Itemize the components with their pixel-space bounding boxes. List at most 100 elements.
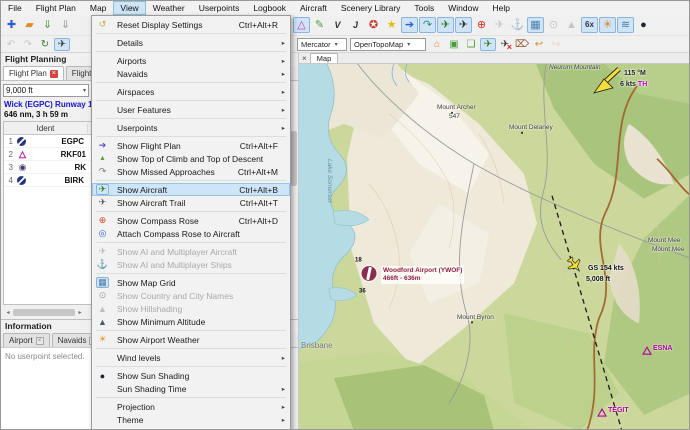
aircraft-trail-icon <box>96 197 109 208</box>
scrollbar-thumb[interactable] <box>291 131 297 186</box>
submenu-arrow-icon: ▸ <box>278 124 285 132</box>
airport-label[interactable]: Woodford Airport (YWOF) 466ft - 636m <box>381 266 464 284</box>
show-sun-shading-button[interactable]: ● <box>635 17 652 33</box>
menu-userpoints[interactable]: Userpoints <box>192 1 247 15</box>
menu-item-projection[interactable]: Projection ▸ <box>92 400 290 413</box>
tab-flight-plan[interactable]: Flight Plan × <box>3 66 64 80</box>
compass-rose-icon: ⊕ <box>477 20 486 31</box>
menu-aircraft[interactable]: Aircraft <box>293 1 334 15</box>
eraser-icon: ⌦ <box>515 40 529 50</box>
menu-item-userpoints[interactable]: Userpoints ▸ <box>92 121 290 134</box>
dock-close-icon[interactable]: × <box>302 54 307 63</box>
toggle-userpoints-button[interactable]: ★ <box>383 17 400 33</box>
menu-item-show-missed[interactable]: Show Missed Approaches Ctrl+Alt+M <box>92 165 290 178</box>
toolbar-map-toggles-group: △ ✎ V J ✪ ★ ➔ ↷ ✈ ✈ <box>293 17 652 33</box>
ai-aircraft-icon: ✈ <box>495 20 504 31</box>
menu-item-sun-shading-time[interactable]: Sun Shading Time ▸ <box>92 382 290 395</box>
menu-scenery-library[interactable]: Scenery Library <box>334 1 408 15</box>
clear-highlights-button[interactable]: ⌦ <box>514 38 530 51</box>
open-flightplan-button[interactable]: ▰ <box>21 17 38 33</box>
menu-window[interactable]: Window <box>441 1 485 15</box>
menu-item-label: Show Compass Rose <box>117 216 229 226</box>
saveas-flightplan-button[interactable]: ⇓ <box>57 17 74 33</box>
save-icon: ⇓ <box>43 20 52 31</box>
menu-view[interactable]: View <box>113 1 145 15</box>
show-wind-button[interactable]: ≋ <box>617 17 634 33</box>
menu-item-label: Reset Display Settings <box>117 20 229 30</box>
menu-item-show-sun-shading[interactable]: Show Sun Shading <box>92 369 290 382</box>
show-compass-rose-button[interactable]: ⊕ <box>473 17 490 33</box>
show-missed-approach-button[interactable]: ↷ <box>419 17 436 33</box>
menu-logbook[interactable]: Logbook <box>246 1 293 15</box>
menu-item-label: User Features <box>117 105 268 115</box>
center-aircraft-button[interactable]: ✈ <box>54 38 70 51</box>
tab-close-icon[interactable]: × <box>50 70 58 78</box>
toggle-jet-airways-button[interactable]: J <box>347 17 364 33</box>
menu-help[interactable]: Help <box>485 1 516 15</box>
menu-item-details[interactable]: Details ▸ <box>92 36 290 49</box>
save-flightplan-button[interactable]: ⇓ <box>39 17 56 33</box>
map-back-button[interactable]: ↩ <box>531 38 547 51</box>
scroll-right-icon[interactable]: ▸ <box>75 309 85 316</box>
menu-item-theme[interactable]: Theme ▸ <box>92 413 290 426</box>
menu-item-reset-display[interactable]: Reset Display Settings Ctrl+Alt+R <box>92 18 290 31</box>
show-min-altitude-button[interactable]: 6x <box>581 17 598 33</box>
submenu-arrow-icon: ▸ <box>278 57 285 65</box>
show-map-grid-button[interactable]: ▦ <box>527 17 544 33</box>
reload-button[interactable]: ↻ <box>37 38 53 51</box>
menu-item-airports[interactable]: Airports ▸ <box>92 54 290 67</box>
fit-flightplan-button[interactable]: ❏ <box>463 38 479 51</box>
menu-item-show-compass-rose[interactable]: Show Compass Rose Ctrl+Alt+D <box>92 214 290 227</box>
theme-select[interactable]: OpenTopoMap <box>350 38 426 51</box>
menu-item-label: Sun Shading Time <box>117 384 268 394</box>
menu-item-attach-compass-rose[interactable]: Attach Compass Rose to Aircraft <box>92 227 290 240</box>
tab-map[interactable]: Map <box>310 53 339 63</box>
column-header-ident[interactable]: Ident <box>4 124 88 133</box>
menu-item-show-min-altitude[interactable]: Show Minimum Altitude <box>92 315 290 328</box>
row-number: 2 <box>4 150 15 159</box>
toggle-poi-button[interactable]: ✪ <box>365 17 382 33</box>
show-aircraft-button[interactable]: ✈ <box>437 17 454 33</box>
goto-home-button[interactable]: ⌂ <box>429 38 445 51</box>
menu-item-show-map-grid[interactable]: Show Map Grid <box>92 276 290 289</box>
map-show-aircraft-button[interactable]: ✈ <box>480 38 496 51</box>
menu-item-show-aircraft[interactable]: Show Aircraft Ctrl+Alt+B <box>92 183 290 196</box>
scroll-left-icon[interactable]: ◂ <box>3 309 13 316</box>
tab-close-icon[interactable]: × <box>36 337 44 345</box>
scrollbar-thumb[interactable] <box>13 309 75 316</box>
ai-ships-icon: ⚓ <box>511 20 525 31</box>
menu-item-show-toc-tod[interactable]: Show Top of Climb and Top of Descent <box>92 152 290 165</box>
menu-item-show-flight-plan[interactable]: Show Flight Plan Ctrl+Alt+F <box>92 139 290 152</box>
menu-item-wind-levels[interactable]: Wind levels ▸ <box>92 351 290 364</box>
submenu-arrow-icon: ▸ <box>278 88 285 96</box>
menu-weather[interactable]: Weather <box>146 1 192 15</box>
menu-item-label: Navaids <box>117 69 268 79</box>
map-canvas[interactable]: 18 36 Neurum Mountain 115 °M 6 kts TH <box>299 64 690 430</box>
menu-item-user-features[interactable]: User Features ▸ <box>92 103 290 116</box>
menu-item-shortcut: Ctrl+Alt+T <box>240 198 278 208</box>
menu-item-show-aircraft-trail[interactable]: Show Aircraft Trail Ctrl+Alt+T <box>92 196 290 209</box>
tab-airport[interactable]: Airport × <box>3 333 50 347</box>
projection-select[interactable]: Mercator <box>297 38 347 51</box>
map-grid-icon: ▦ <box>530 20 540 31</box>
menu-item-show-airport-weather[interactable]: Show Airport Weather <box>92 333 290 346</box>
show-aircraft-trail-button[interactable]: ✈ <box>455 17 472 33</box>
menu-map[interactable]: Map <box>83 1 114 15</box>
delete-trail-button[interactable]: ✈ <box>497 38 513 51</box>
center-rect-button[interactable]: ▣ <box>446 38 462 51</box>
hillshading-icon <box>96 303 109 314</box>
menu-tools[interactable]: Tools <box>407 1 441 15</box>
toggle-victor-airways-button[interactable]: V <box>329 17 346 33</box>
cruise-altitude-input[interactable]: 9,000 ft <box>3 84 89 97</box>
menu-flight-plan[interactable]: Flight Plan <box>29 1 83 15</box>
new-flightplan-button[interactable]: ✚ <box>3 17 20 33</box>
show-flightplan-button[interactable]: ➔ <box>401 17 418 33</box>
edit-userpoint-button[interactable]: ✎ <box>311 17 328 33</box>
home-icon: ⌂ <box>434 40 440 50</box>
woodford-airport-symbol[interactable] <box>361 265 377 281</box>
toggle-waypoints-button[interactable]: △ <box>293 17 310 33</box>
menu-file[interactable]: File <box>1 1 29 15</box>
menu-item-airspaces[interactable]: Airspaces ▸ <box>92 85 290 98</box>
menu-item-navaids[interactable]: Navaids ▸ <box>92 67 290 80</box>
show-airport-weather-button[interactable]: ☀ <box>599 17 616 33</box>
